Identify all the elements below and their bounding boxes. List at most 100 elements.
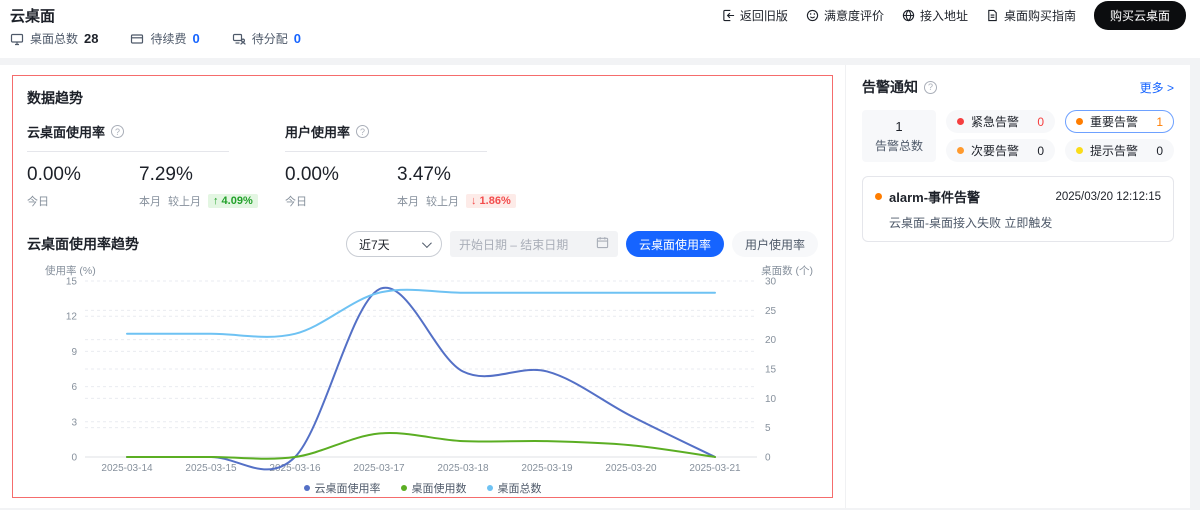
top-actions: 返回旧版 满意度评价 接入地址 桌面购买指南 购买云桌面 (722, 1, 1186, 30)
toggle-desktop-usage-rate-button[interactable]: 云桌面使用率 (626, 231, 724, 257)
chart-header: 云桌面使用率趋势 近7天 开始日期 – 结束日期 云桌面使用率 用户使用率 (27, 231, 818, 257)
trends-section: 数据趋势 云桌面使用率 ? 0.00% 今日 7.29% (0, 65, 845, 508)
alarm-name: alarm-事件告警 (889, 187, 980, 206)
metric-name: 用户使用率 (285, 122, 350, 141)
metric-today-value: 0.00% (27, 164, 139, 186)
svg-text:3: 3 (71, 417, 77, 428)
stat-label: 桌面总数 (30, 30, 78, 47)
main-content: 数据趋势 云桌面使用率 ? 0.00% 今日 7.29% (0, 65, 1190, 508)
metric-today-value: 0.00% (285, 164, 397, 186)
orange-dot-icon (1076, 118, 1083, 125)
metric-month-value: 7.29% (139, 164, 251, 186)
back-to-old-version-button[interactable]: 返回旧版 (722, 7, 788, 24)
svg-text:2025-03-19: 2025-03-19 (521, 463, 573, 474)
severity-pill-info[interactable]: 提示告警 0 (1065, 139, 1174, 162)
top-header: 云桌面 返回旧版 满意度评价 接入地址 桌面购买指南 购买云桌面 (0, 0, 1200, 30)
buy-cloud-desktop-button[interactable]: 购买云桌面 (1094, 1, 1186, 30)
delta-badge-up: ↑ 4.09% (208, 194, 258, 208)
svg-text:15: 15 (765, 365, 777, 376)
metric-month: 3.47% 本月 较上月 ↓ 1.86% (397, 164, 509, 209)
svg-text:12: 12 (66, 312, 78, 323)
metric-user-usage-rate: 用户使用率 ? 0.00% 今日 3.47% 本月 较上月 (285, 122, 487, 209)
severity-count: 0 (1037, 115, 1044, 129)
date-range-input[interactable]: 开始日期 – 结束日期 (450, 231, 618, 257)
help-icon[interactable]: ? (356, 125, 369, 138)
svg-text:2025-03-21: 2025-03-21 (689, 463, 741, 474)
help-icon[interactable]: ? (111, 125, 124, 138)
metric-month: 7.29% 本月 较上月 ↑ 4.09% (139, 164, 251, 209)
page-title: 云桌面 (10, 5, 55, 26)
svg-text:2025-03-14: 2025-03-14 (101, 463, 153, 474)
metric-month-value: 3.47% (397, 164, 509, 186)
billing-card-icon (130, 32, 144, 46)
svg-text:2025-03-20: 2025-03-20 (605, 463, 657, 474)
orange-dot-icon (875, 193, 882, 200)
chart-legend: 云桌面使用率 桌面使用数 桌面总数 (27, 480, 818, 496)
stat-value: 0 (193, 31, 200, 46)
user-desktop-icon (232, 32, 246, 46)
time-range-value: 近7天 (359, 236, 390, 253)
data-trends-card: 数据趋势 云桌面使用率 ? 0.00% 今日 7.29% (12, 75, 833, 498)
svg-text:0: 0 (765, 453, 771, 464)
legend-item[interactable]: 云桌面使用率 (304, 480, 381, 496)
chart-title: 云桌面使用率趋势 (27, 234, 139, 254)
metric-compare-label: 较上月 (168, 193, 201, 209)
legend-dot-icon (401, 485, 407, 491)
severity-count: 0 (1156, 144, 1163, 158)
severity-pill-critical[interactable]: 紧急告警 0 (946, 110, 1055, 133)
alarm-notification-panel: 告警通知 ? 更多 > 1 告警总数 紧急告警 0 重要告警 1 (845, 65, 1190, 508)
stat-pending-renewal[interactable]: 待续费 0 (130, 30, 199, 47)
purchase-guide-button[interactable]: 桌面购买指南 (986, 7, 1076, 24)
legend-label: 桌面总数 (498, 480, 542, 496)
metrics-row: 云桌面使用率 ? 0.00% 今日 7.29% 本月 较上月 (27, 122, 818, 209)
stat-desktop-total[interactable]: 桌面总数 28 (10, 30, 98, 47)
alarm-timestamp: 2025/03/20 12:12:15 (1055, 191, 1161, 203)
svg-text:使用率 (%): 使用率 (%) (45, 265, 96, 277)
stat-value: 28 (84, 31, 98, 46)
more-link[interactable]: 更多 > (1140, 79, 1174, 96)
alarm-list-item[interactable]: alarm-事件告警 2025/03/20 12:12:15 云桌面-桌面接入失… (862, 176, 1174, 242)
svg-text:10: 10 (765, 394, 777, 405)
severity-pill-major[interactable]: 重要告警 1 (1065, 110, 1174, 133)
svg-text:25: 25 (765, 306, 777, 317)
toggle-user-usage-rate-button[interactable]: 用户使用率 (732, 231, 818, 257)
red-dot-icon (957, 118, 964, 125)
svg-text:20: 20 (765, 335, 777, 346)
legend-label: 云桌面使用率 (315, 480, 381, 496)
svg-text:9: 9 (71, 347, 77, 358)
svg-text:2025-03-15: 2025-03-15 (185, 463, 237, 474)
alarm-total-value: 1 (895, 119, 902, 134)
document-icon (986, 9, 999, 22)
legend-item[interactable]: 桌面使用数 (401, 480, 467, 496)
svg-text:0: 0 (71, 453, 77, 464)
amber-dot-icon (957, 147, 964, 154)
date-range-placeholder: 开始日期 – 结束日期 (459, 236, 568, 253)
chart-area: 03691215051015202530使用率 (%)桌面数 (个)2025-0… (27, 265, 818, 496)
svg-text:15: 15 (66, 277, 78, 288)
monitor-icon (10, 32, 24, 46)
metric-today: 0.00% 今日 (27, 164, 139, 209)
metric-month-label: 本月 (139, 193, 161, 209)
svg-text:2025-03-18: 2025-03-18 (437, 463, 489, 474)
metric-desktop-usage-rate: 云桌面使用率 ? 0.00% 今日 7.29% 本月 较上月 (27, 122, 229, 209)
stat-pending-assignment[interactable]: 待分配 0 (232, 30, 301, 47)
alarm-panel-title: 告警通知 (862, 77, 918, 97)
legend-dot-icon (487, 485, 493, 491)
metric-today-label: 今日 (27, 193, 49, 209)
alarm-severity-summary: 1 告警总数 紧急告警 0 重要告警 1 次要告警 0 (862, 110, 1174, 162)
satisfaction-survey-button[interactable]: 满意度评价 (806, 7, 884, 24)
stats-bar: 桌面总数 28 待续费 0 待分配 0 (0, 30, 1200, 58)
time-range-select[interactable]: 近7天 (346, 231, 442, 257)
access-address-button[interactable]: 接入地址 (902, 7, 968, 24)
metric-today: 0.00% 今日 (285, 164, 397, 209)
severity-pill-minor[interactable]: 次要告警 0 (946, 139, 1055, 162)
metric-today-label: 今日 (285, 193, 307, 209)
legend-item[interactable]: 桌面总数 (487, 480, 542, 496)
metric-compare-label: 较上月 (426, 193, 459, 209)
svg-text:桌面数 (个): 桌面数 (个) (761, 265, 813, 277)
metric-name: 云桌面使用率 (27, 122, 105, 141)
alarm-description: 云桌面-桌面接入失败 立即触发 (889, 214, 1161, 231)
help-icon[interactable]: ? (924, 81, 937, 94)
smiley-icon (806, 9, 819, 22)
chevron-down-icon (422, 238, 432, 248)
